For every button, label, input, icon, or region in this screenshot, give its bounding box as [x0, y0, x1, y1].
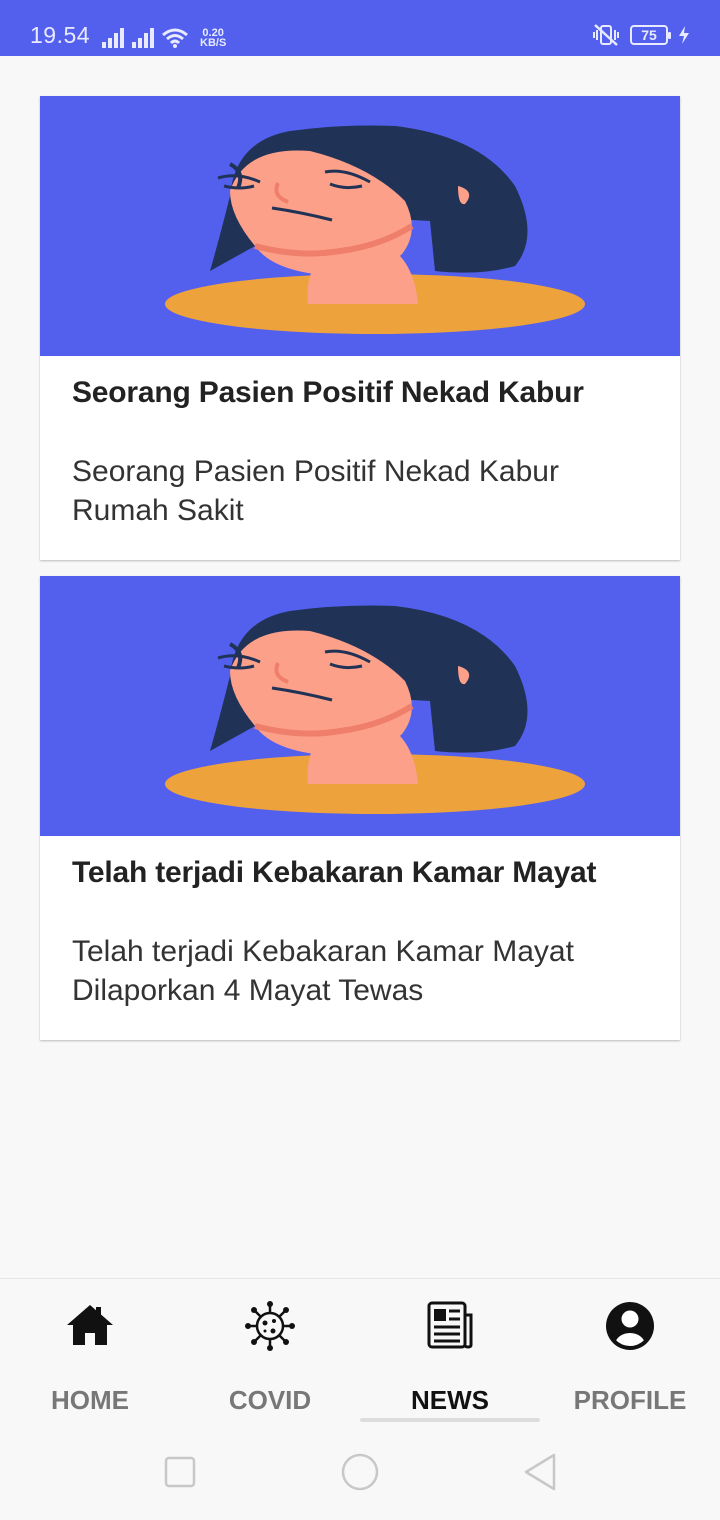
home-icon [67, 1305, 113, 1345]
nav-label: PROFILE [573, 1385, 687, 1415]
news-description: Seorang Pasien Positif Nekad Kabur Rumah… [72, 455, 559, 527]
back-button-icon[interactable] [522, 1452, 558, 1494]
vibrate-icon [593, 24, 619, 46]
nav-item-profile[interactable]: PROFILE [540, 1299, 720, 1415]
battery-icon: 75 [630, 25, 671, 45]
news-card[interactable]: Telah terjadi Kebakaran Kamar Mayat Tela… [40, 576, 680, 1040]
system-navigation-bar [0, 1428, 720, 1520]
status-bar: 19.54 0.20 KB/S 75 [0, 0, 720, 56]
nav-label: COVID [228, 1385, 312, 1415]
newspaper-icon [427, 1301, 473, 1349]
news-title: Seorang Pasien Positif Nekad Kabur [72, 376, 584, 409]
recents-button-icon[interactable] [164, 1452, 196, 1494]
wifi-icon [162, 28, 188, 48]
bottom-navigation: HOME COVID NEWS PROFILE [0, 1278, 720, 1428]
nav-label: NEWS [411, 1385, 489, 1415]
net-speed: 0.20 KB/S [200, 28, 227, 49]
news-title: Telah terjadi Kebakaran Kamar Mayat [72, 856, 597, 889]
status-time: 19.54 [30, 22, 91, 48]
nav-item-home[interactable]: HOME [0, 1299, 180, 1415]
nav-item-covid[interactable]: COVID [180, 1299, 360, 1415]
charging-icon [679, 26, 689, 44]
signal-icon [132, 28, 154, 48]
signal-icon [102, 28, 124, 48]
news-illustration [40, 96, 680, 356]
home-button-icon[interactable] [340, 1452, 380, 1494]
net-speed-unit: KB/S [200, 37, 227, 49]
news-card[interactable]: Seorang Pasien Positif Nekad Kabur Seora… [40, 96, 680, 560]
status-icons-left: 0.20 KB/S [102, 22, 227, 49]
news-description: Telah terjadi Kebakaran Kamar Mayat Dila… [72, 935, 574, 1007]
account-circle-icon [606, 1302, 654, 1350]
active-tab-indicator [360, 1418, 540, 1422]
nav-label: HOME [51, 1385, 129, 1415]
news-illustration [40, 576, 680, 836]
nav-item-news[interactable]: NEWS [360, 1299, 540, 1415]
battery-level: 75 [641, 27, 657, 43]
status-icons-right: 75 [592, 24, 690, 46]
virus-icon [245, 1301, 295, 1351]
